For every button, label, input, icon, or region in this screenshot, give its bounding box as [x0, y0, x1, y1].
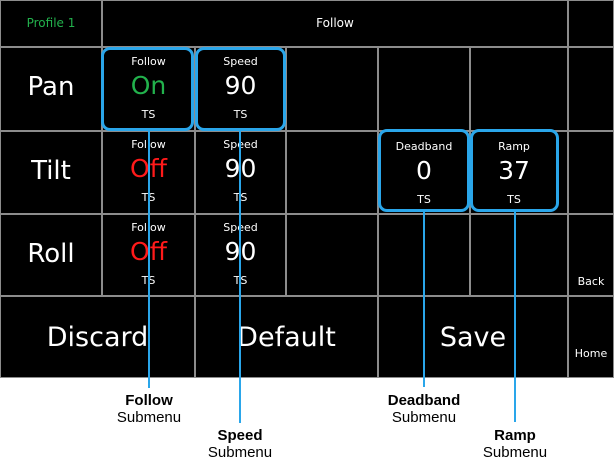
deadband-highlight: [378, 129, 470, 212]
back-button[interactable]: Back: [568, 214, 614, 296]
follow-annotation-sub: Submenu: [116, 409, 182, 426]
axis-label: Tilt: [31, 156, 71, 186]
default-button[interactable]: Default: [195, 296, 378, 378]
side-button-1[interactable]: [568, 0, 614, 47]
menu-title-bar: Follow: [102, 0, 568, 47]
row-label-tilt: Tilt: [0, 131, 102, 214]
save-label: Save: [439, 322, 507, 353]
deadband-annotation-sub: Submenu: [391, 409, 457, 426]
menu-title: Follow: [316, 16, 354, 30]
deadband-annotation: Deadband Submenu: [369, 392, 479, 426]
discard-label: Discard: [46, 322, 149, 353]
gimbal-screen: Profile 1 Follow Back Home Pan Follow On…: [0, 0, 614, 378]
default-label: Default: [237, 322, 336, 353]
axis-label: Roll: [27, 239, 75, 269]
ramp-annotation-title: Ramp: [494, 427, 536, 444]
row-label-pan: Pan: [0, 47, 102, 131]
home-label: Home: [574, 347, 608, 360]
discard-button[interactable]: Discard: [0, 296, 195, 378]
side-button-3[interactable]: [568, 131, 614, 214]
ramp-annotation-sub: Submenu: [482, 444, 548, 461]
back-label: Back: [577, 275, 605, 288]
follow-callout-line: [148, 131, 150, 388]
side-button-2[interactable]: [568, 47, 614, 131]
deadband-callout-line: [423, 212, 425, 387]
tilt-empty-cell: [286, 131, 378, 214]
profile-label: Profile 1: [26, 16, 76, 30]
speed-highlight: [195, 47, 286, 131]
speed-callout-line: [239, 131, 241, 423]
pan-empty-cell-1: [286, 47, 378, 131]
speed-annotation-sub: Submenu: [207, 444, 273, 461]
follow-annotation: Follow Submenu: [99, 392, 199, 426]
row-label-roll: Roll: [0, 214, 102, 296]
home-button[interactable]: Home: [568, 296, 614, 378]
pan-empty-cell-3: [470, 47, 568, 131]
ramp-highlight: [470, 129, 559, 212]
ramp-callout-line: [514, 212, 516, 422]
follow-annotation-title: Follow: [125, 392, 173, 409]
follow-highlight: [101, 47, 194, 131]
profile-button[interactable]: Profile 1: [0, 0, 102, 47]
speed-annotation: Speed Submenu: [190, 427, 290, 461]
roll-empty-cell-1: [286, 214, 378, 296]
roll-empty-cell-3: [470, 214, 568, 296]
axis-label: Pan: [27, 72, 75, 102]
ramp-annotation: Ramp Submenu: [465, 427, 565, 461]
save-button[interactable]: Save: [378, 296, 568, 378]
speed-annotation-title: Speed: [217, 427, 263, 444]
pan-empty-cell-2: [378, 47, 470, 131]
deadband-annotation-title: Deadband: [387, 392, 461, 409]
